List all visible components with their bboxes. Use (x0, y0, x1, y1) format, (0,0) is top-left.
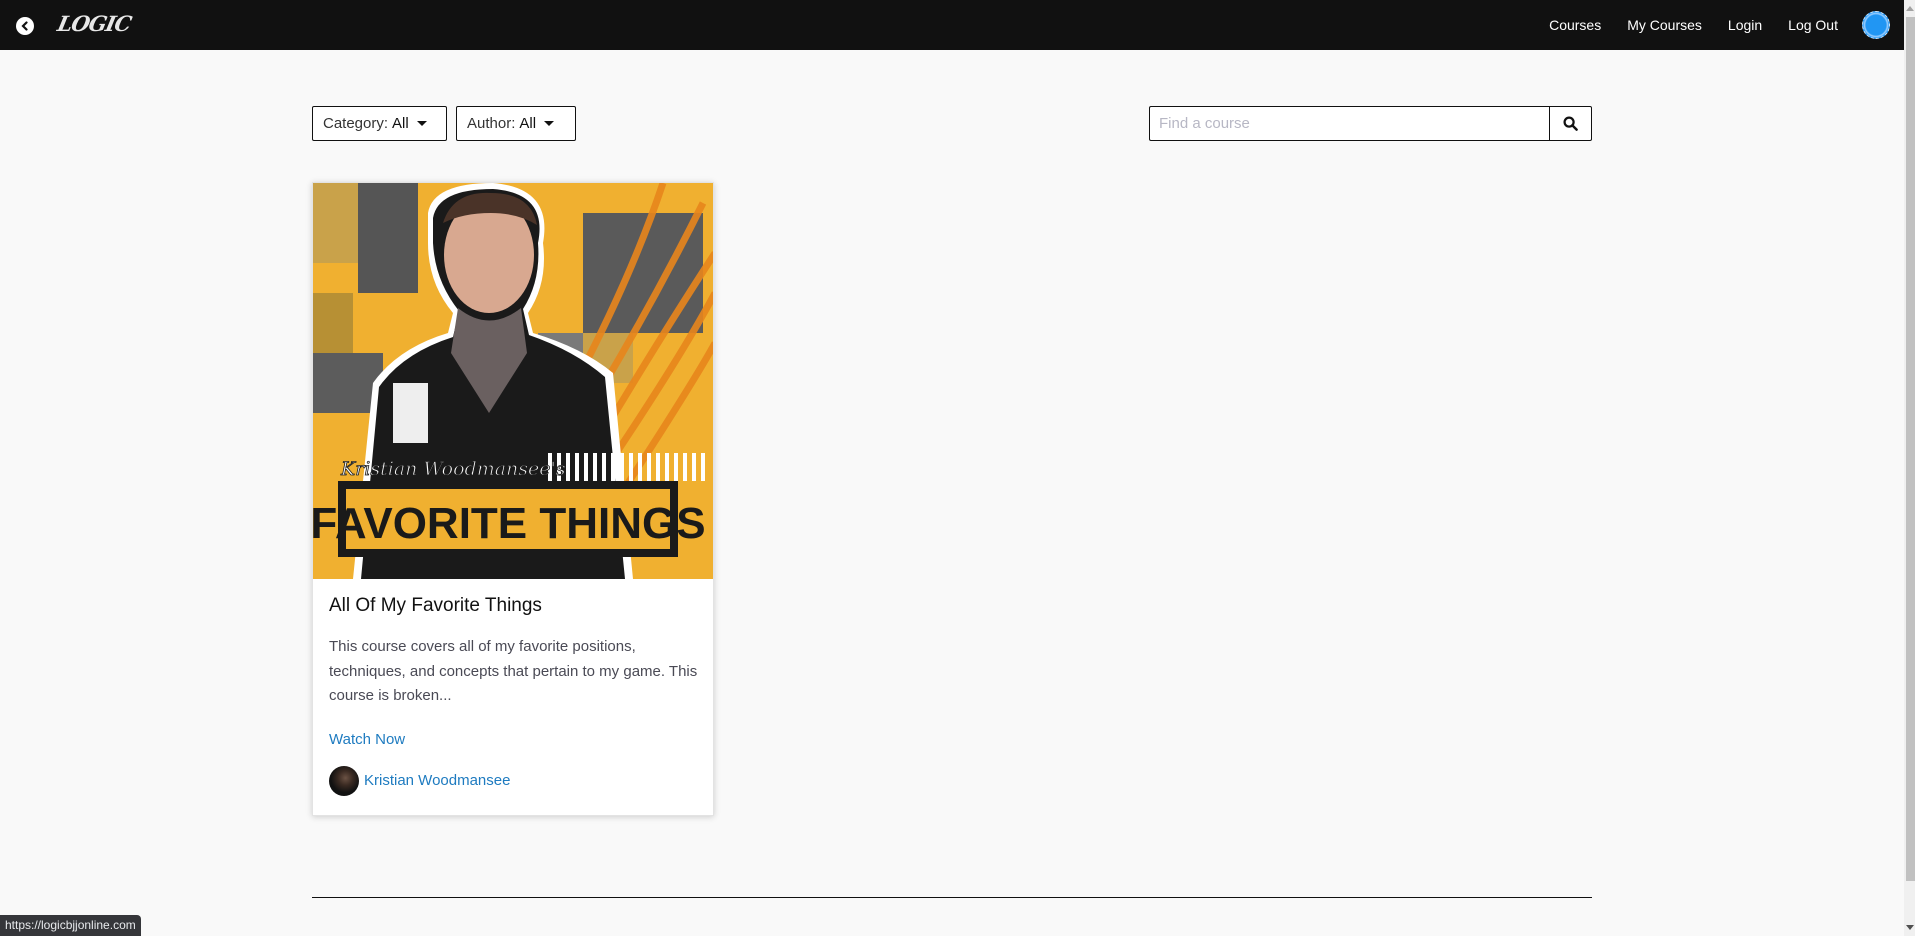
course-card-body: All Of My Favorite Things This course co… (313, 579, 713, 814)
top-navbar: LOGIC Courses My Courses Login Log Out (0, 0, 1904, 50)
thumbnail-headline: FAVORITE THINGS (313, 499, 706, 548)
scroll-up-arrow-icon[interactable] (1906, 6, 1914, 11)
page-scrollbar[interactable] (1904, 0, 1915, 936)
category-filter-value: All (392, 115, 409, 132)
course-thumbnail[interactable]: FAVORITE THINGS Kristian Woodmansee's (313, 183, 713, 579)
search-icon (1563, 116, 1578, 131)
author-filter-value: All (519, 115, 537, 132)
status-bar-url: https://logicbjjonline.com (0, 915, 141, 936)
nav-link-log-out[interactable]: Log Out (1788, 17, 1838, 33)
scroll-down-arrow-icon[interactable] (1906, 925, 1914, 930)
course-title[interactable]: All Of My Favorite Things (329, 595, 697, 617)
author-avatar (329, 765, 359, 796)
category-filter-label: Category: (323, 115, 389, 132)
nav-link-login[interactable]: Login (1728, 17, 1762, 33)
chevron-left-icon (21, 21, 28, 31)
footer-divider (312, 897, 1592, 898)
course-card: FAVORITE THINGS Kristian Woodmansee's Al… (312, 182, 714, 816)
search-button[interactable] (1549, 106, 1592, 141)
watch-now-link[interactable]: Watch Now (329, 731, 697, 748)
user-avatar[interactable] (1862, 11, 1890, 39)
author-filter-dropdown[interactable]: Author: All (456, 106, 576, 141)
scrollbar-thumb[interactable] (1906, 17, 1915, 881)
caret-down-icon (416, 121, 427, 126)
nav-links: Courses My Courses Login Log Out (1549, 0, 1890, 50)
author-name-link[interactable]: Kristian Woodmansee (364, 772, 510, 789)
logo[interactable]: LOGIC (55, 11, 133, 36)
nav-link-my-courses[interactable]: My Courses (1627, 17, 1702, 33)
course-thumbnail-art: FAVORITE THINGS Kristian Woodmansee's (313, 183, 713, 579)
author-filter-label: Author: (467, 115, 516, 132)
nav-link-courses[interactable]: Courses (1549, 17, 1601, 33)
course-search (1149, 106, 1592, 141)
course-author[interactable]: Kristian Woodmansee (329, 765, 697, 796)
search-input[interactable] (1149, 106, 1549, 141)
back-button[interactable] (16, 17, 34, 35)
thumbnail-script-text: Kristian Woodmansee's (340, 458, 566, 480)
course-description: This course covers all of my favorite po… (329, 638, 698, 704)
category-filter-dropdown[interactable]: Category: All (312, 106, 447, 141)
caret-down-icon (544, 121, 555, 126)
